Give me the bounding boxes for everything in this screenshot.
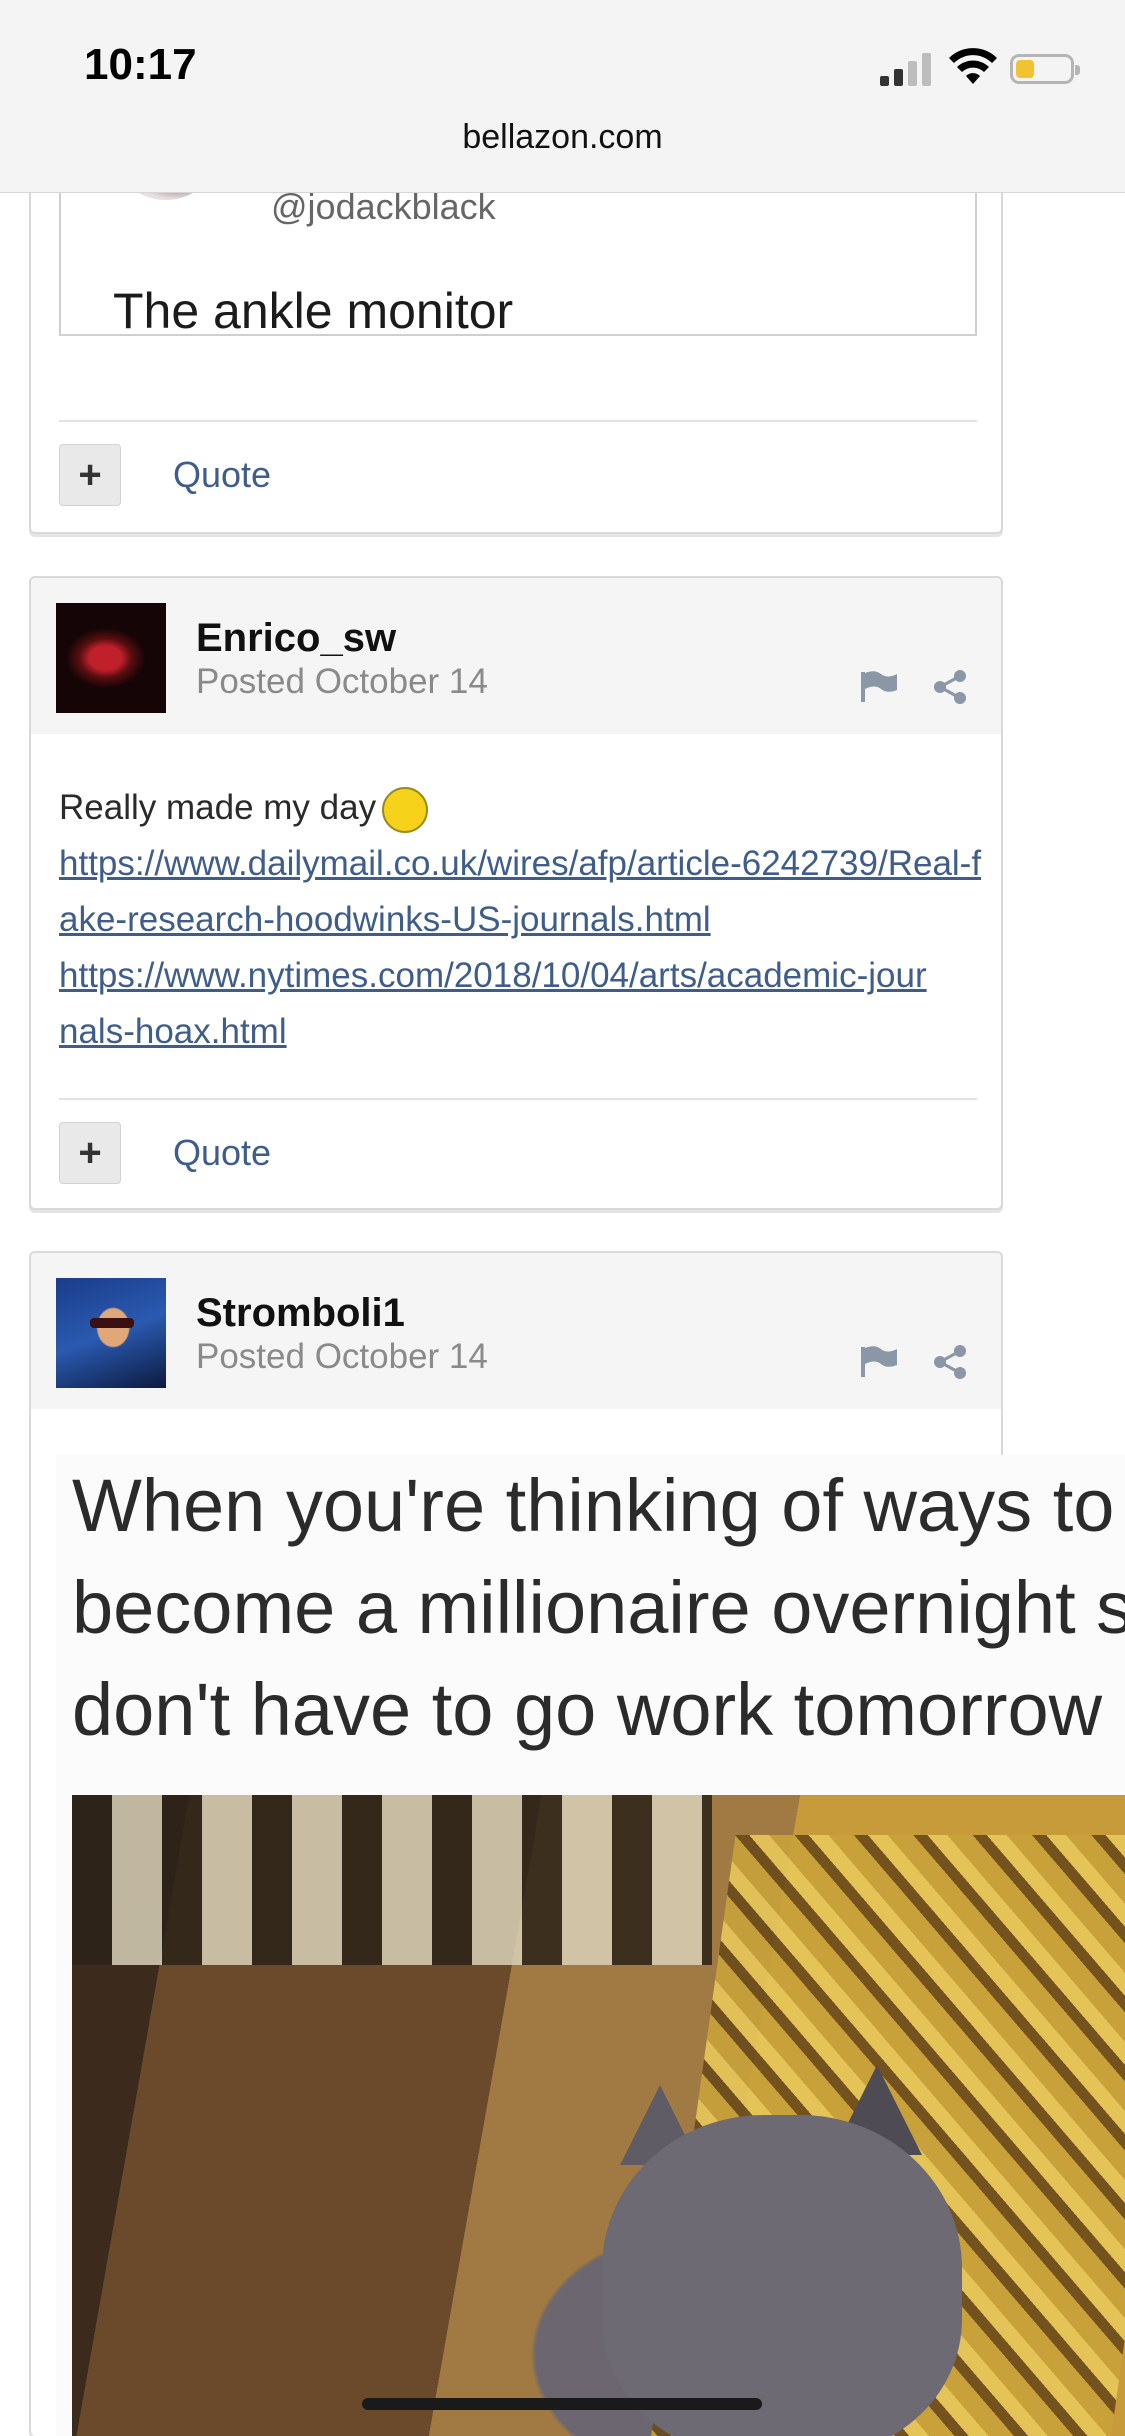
meme-caption-line: When you're thinking of ways to <box>72 1464 1115 1547</box>
meme-caption-line: become a millionaire overnight s <box>72 1566 1125 1649</box>
share-icon[interactable] <box>931 1343 969 1381</box>
post-link-nytimes[interactable]: https://www.nytimes.com/2018/10/04/arts/… <box>59 948 939 1060</box>
wifi-icon <box>949 48 997 84</box>
post-username[interactable]: Enrico_sw <box>196 616 396 661</box>
react-plus-button[interactable]: + <box>59 444 121 506</box>
post-text-line: Really made my day <box>59 780 989 836</box>
battery-icon <box>1010 54 1080 84</box>
react-plus-button[interactable]: + <box>59 1122 121 1184</box>
flag-icon[interactable] <box>859 1345 899 1379</box>
meme-caption: When you're thinking of ways to become a… <box>72 1455 1125 1761</box>
quote-button[interactable]: Quote <box>173 1132 271 1174</box>
post-card-previous: @jodackblack The ankle monitor + Quote <box>29 150 1003 534</box>
tweet-text: The ankle monitor <box>113 283 514 339</box>
flag-icon[interactable] <box>859 670 899 704</box>
post-divider <box>59 1098 977 1100</box>
avatar[interactable] <box>56 603 166 713</box>
status-time: 10:17 <box>84 40 197 89</box>
quote-button[interactable]: Quote <box>173 454 271 496</box>
meme-photo <box>72 1795 1125 2436</box>
browser-top-bar: 10:17 bellazon.com <box>0 0 1125 193</box>
post-card-enrico: Enrico_sw Posted October 14 Really made … <box>29 576 1003 1210</box>
curtain-graphic <box>72 1795 712 1965</box>
home-indicator[interactable] <box>362 2398 762 2410</box>
post-image[interactable]: When you're thinking of ways to become a… <box>56 1455 1125 2436</box>
avatar-sunglasses <box>90 1318 134 1328</box>
avatar[interactable] <box>56 1278 166 1388</box>
post-link-dailymail[interactable]: https://www.dailymail.co.uk/wires/afp/ar… <box>59 836 989 948</box>
share-icon[interactable] <box>931 668 969 706</box>
post-username[interactable]: Stromboli1 <box>196 1291 405 1336</box>
post-date[interactable]: Posted October 14 <box>196 1337 488 1377</box>
post-header: Enrico_sw Posted October 14 <box>31 578 1001 734</box>
post-date[interactable]: Posted October 14 <box>196 662 488 702</box>
smiley-emoji-icon <box>382 786 429 833</box>
post-divider <box>59 420 977 422</box>
post-content: Really made my day https://www.dailymail… <box>59 780 989 1060</box>
url-bar[interactable]: bellazon.com <box>0 118 1125 157</box>
battery-fill <box>1016 60 1034 78</box>
cellular-signal-icon <box>880 52 932 86</box>
post-text: Really made my day <box>59 788 377 827</box>
post-header: Stromboli1 Posted October 14 <box>31 1253 1001 1409</box>
meme-caption-line: don't have to go work tomorrow <box>72 1668 1103 1751</box>
cat-graphic <box>602 2115 962 2436</box>
